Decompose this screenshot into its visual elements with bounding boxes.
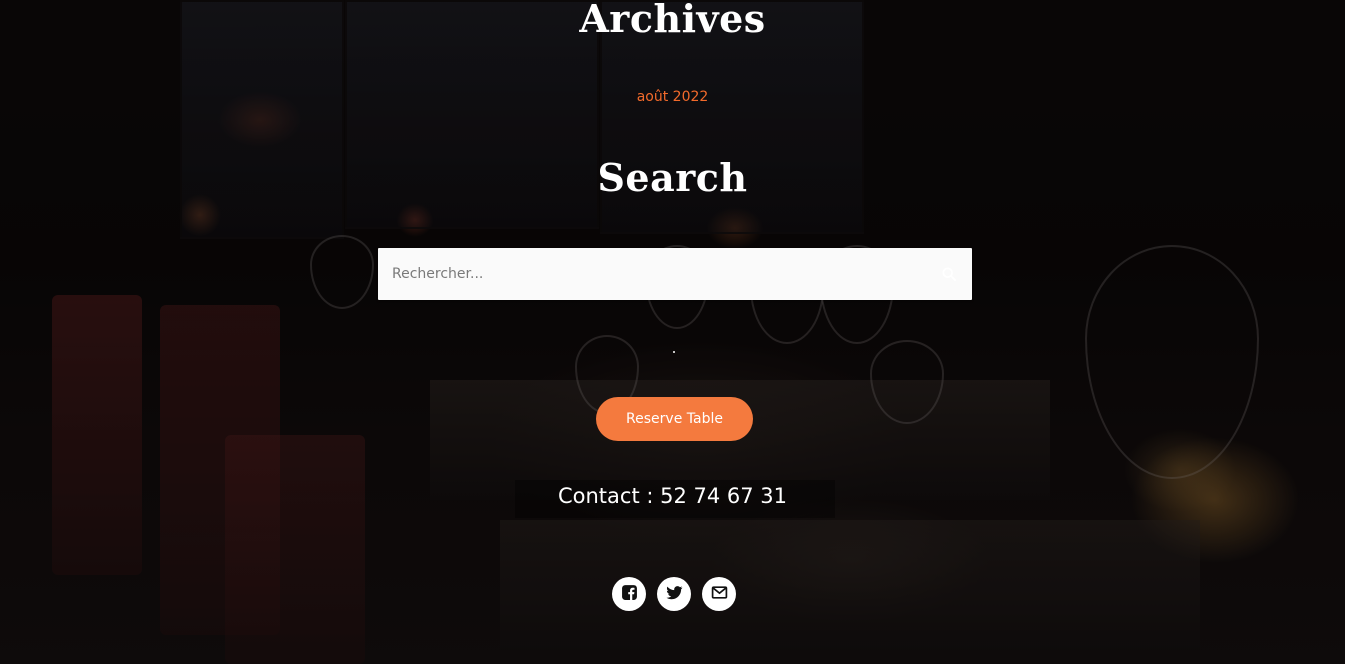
email-link[interactable] — [702, 577, 736, 611]
search-input[interactable] — [378, 248, 938, 300]
footer-content: Archives août 2022 Search Reserve Table … — [0, 0, 1345, 664]
archives-widget-title: Archives — [579, 0, 766, 41]
facebook-icon — [621, 584, 638, 605]
separator-dot — [673, 351, 675, 353]
email-icon — [711, 584, 728, 605]
social-links — [612, 577, 736, 611]
archive-link-aout-2022[interactable]: août 2022 — [0, 89, 1345, 105]
search-form — [378, 248, 972, 300]
search-widget-title: Search — [597, 155, 748, 200]
footer-widgets-area: Archives août 2022 Search Reserve Table … — [0, 0, 1345, 664]
twitter-icon — [666, 584, 683, 605]
twitter-link[interactable] — [657, 577, 691, 611]
reserve-table-button[interactable]: Reserve Table — [596, 397, 753, 441]
search-icon[interactable] — [942, 266, 956, 281]
contact-phone-text: Contact : 52 74 67 31 — [557, 484, 788, 508]
facebook-link[interactable] — [612, 577, 646, 611]
